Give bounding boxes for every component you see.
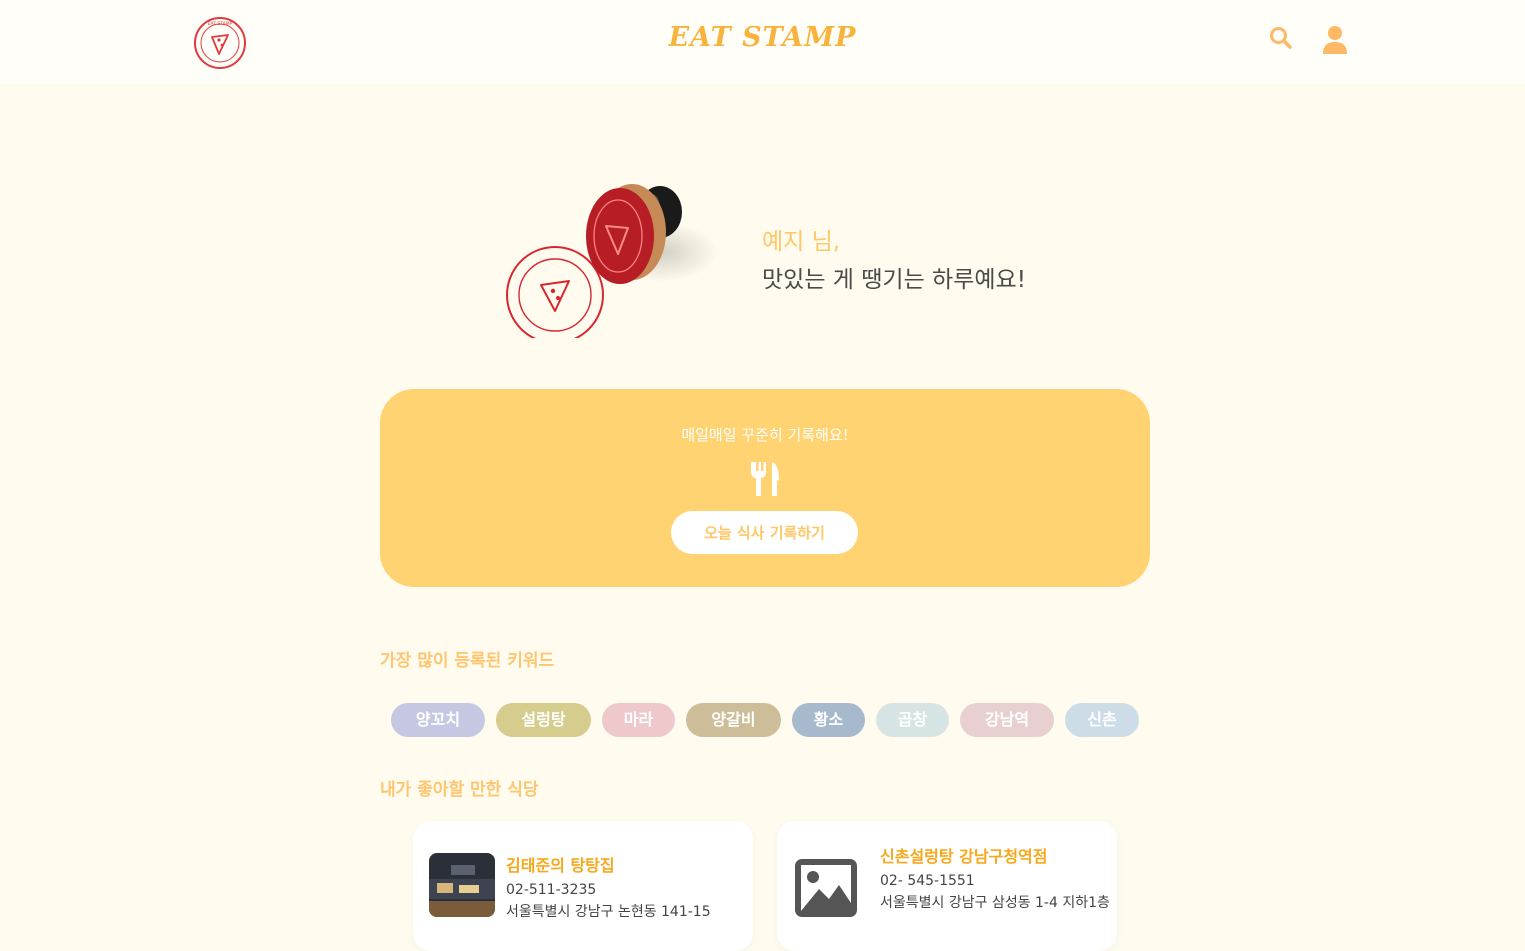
greeting-message: 맛있는 게 땡기는 하루예요! [762, 267, 1026, 293]
keywords-title: 가장 많이 등록된 키워드 [380, 651, 555, 671]
restaurant-card[interactable]: 김태준의 탕탕집 02-511-3235 서울특별시 강남구 논현동 141-1… [413, 821, 753, 951]
keyword-chip[interactable]: 마라 [602, 703, 675, 737]
image-placeholder-icon [795, 859, 857, 917]
fork-knife-icon [751, 462, 779, 496]
keyword-chip[interactable]: 황소 [792, 703, 865, 737]
keyword-chips: 양꼬치 설렁탕 마라 양갈비 황소 곱창 강남역 신촌 [0, 703, 1525, 739]
keyword-chip[interactable]: 신촌 [1065, 703, 1139, 737]
restaurant-name[interactable]: 신촌설렁탕 강남구청역점 [880, 843, 1048, 867]
keyword-chip[interactable]: 강남역 [960, 703, 1054, 737]
record-meal-button[interactable]: 오늘 식사 기록하기 [671, 511, 858, 554]
brand-title[interactable]: EAT STAMP [0, 22, 1525, 53]
greeting-name: 예지 님, [762, 229, 841, 255]
keyword-chip[interactable]: 양갈비 [686, 703, 781, 737]
restaurant-address: 서울특별시 강남구 삼성동 1-4 지하1층 [880, 895, 1110, 911]
recommendations-title: 내가 좋아할 만한 식당 [380, 780, 539, 800]
restaurant-photo [429, 853, 495, 917]
user-icon[interactable] [1320, 25, 1350, 55]
keyword-chip[interactable]: 곱창 [876, 703, 949, 737]
restaurant-card[interactable]: 신촌설렁탕 강남구청역점 02- 545-1551 서울특별시 강남구 삼성동 … [777, 821, 1117, 951]
keyword-chip[interactable]: 설렁탕 [496, 703, 591, 737]
restaurant-address: 서울특별시 강남구 논현동 141-15 [506, 904, 711, 920]
search-icon[interactable] [1268, 25, 1294, 51]
restaurant-name[interactable]: 김태준의 탕탕집 [506, 852, 615, 876]
stamp-illustration [506, 184, 718, 338]
header: EAT STAMP EAT STAMP [0, 0, 1525, 84]
keyword-chip[interactable]: 양꼬치 [391, 703, 485, 737]
restaurant-phone: 02- 545-1551 [880, 873, 975, 889]
greeting: 예지 님, 맛있는 게 땡기는 하루예요! [762, 222, 1026, 294]
banner-text: 매일매일 꾸준히 기록해요! [681, 426, 849, 444]
restaurant-phone: 02-511-3235 [506, 882, 597, 898]
